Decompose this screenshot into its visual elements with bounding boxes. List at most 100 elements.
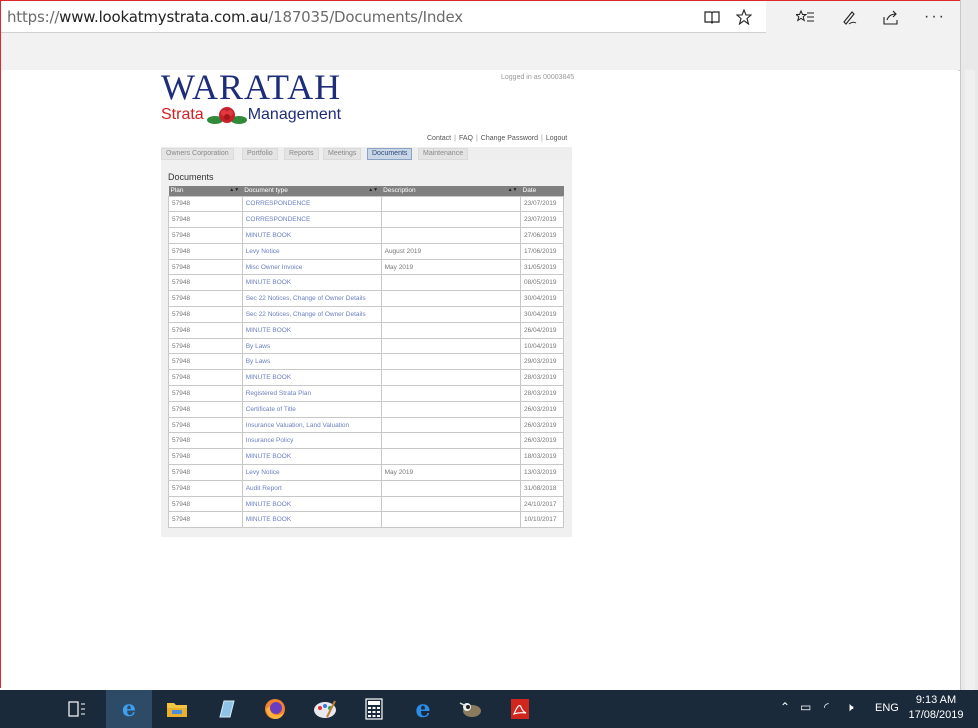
address-bar[interactable]: https://www.lookatmystrata.com.au/187035…	[1, 1, 766, 33]
document-type-link[interactable]: MINUTE BOOK	[241, 227, 382, 244]
description-cell	[380, 321, 522, 339]
date-cell: 13/03/2019	[520, 464, 564, 481]
document-type-link[interactable]: Sec 22 Notices, Change of Owner Details	[241, 290, 382, 308]
document-type-link[interactable]: Insurance Valuation, Land Valuation	[241, 416, 382, 434]
share-icon[interactable]	[879, 5, 903, 29]
notepad-button[interactable]	[203, 690, 249, 728]
more-options-icon[interactable]: ···	[923, 5, 947, 29]
url-text[interactable]: https://www.lookatmystrata.com.au/187035…	[7, 8, 463, 26]
sort-arrows-icon[interactable]: ▲▼	[229, 187, 239, 193]
tab-reports[interactable]: Reports	[284, 148, 319, 160]
gimp-button[interactable]	[448, 690, 494, 728]
document-type-link[interactable]: Misc Owner Invoice	[241, 258, 382, 276]
plan-cell: 57948	[168, 416, 243, 434]
table-row: 57948 MINUTE BOOK 24/10/2017	[168, 495, 564, 513]
system-clock[interactable]: 9:13 AM 17/08/2019	[908, 693, 964, 723]
document-type-link[interactable]: MINUTE BOOK	[241, 511, 382, 529]
page-scrollbar[interactable]	[965, 70, 975, 690]
date-cell: 30/04/2019	[520, 306, 564, 323]
waratah-flower-logo	[207, 107, 247, 124]
column-header-description[interactable]: Description ▲▼	[381, 186, 521, 196]
edge-icon: e	[122, 696, 136, 722]
plan-cell: 57948	[168, 211, 243, 229]
column-header-document-type[interactable]: Document type ▲▼	[242, 186, 382, 196]
separator: |	[541, 135, 543, 142]
table-row: 57948 By Laws 10/04/2019	[168, 337, 564, 355]
favorite-star-icon[interactable]	[732, 5, 756, 29]
plan-cell: 57948	[168, 432, 243, 450]
document-type-link[interactable]: MINUTE BOOK	[241, 274, 382, 292]
date-cell: 30/04/2019	[520, 290, 564, 308]
url-path: /187035/Documents/Index	[268, 8, 463, 26]
document-type-link[interactable]: Audit Report	[241, 479, 382, 497]
paint-button[interactable]	[302, 690, 348, 728]
description-cell: May 2019	[380, 464, 522, 481]
wifi-icon[interactable]: ◜	[824, 700, 829, 714]
date-cell: 10/04/2019	[520, 337, 564, 355]
document-type-link[interactable]: MINUTE BOOK	[241, 448, 382, 466]
pen-notes-icon[interactable]	[837, 5, 861, 29]
document-type-link[interactable]: Insurance Policy	[241, 432, 382, 450]
separator: |	[475, 135, 478, 142]
tab-owners-corporation[interactable]: Owners Corporation	[161, 148, 234, 160]
document-type-link[interactable]: CORRESPONDENCE	[241, 211, 382, 229]
table-row: 57948 Insurance Valuation, Land Valuation…	[168, 416, 564, 434]
battery-icon[interactable]: ▭	[800, 700, 811, 714]
acrobat-icon	[511, 699, 529, 719]
description-cell	[380, 353, 522, 371]
firefox-button[interactable]	[252, 690, 298, 728]
document-type-link[interactable]: Levy Notice	[241, 464, 382, 481]
document-type-link[interactable]: By Laws	[241, 353, 382, 371]
show-hidden-icons-chevron-icon[interactable]: ⌃	[780, 700, 790, 714]
change-password-link[interactable]: Change Password	[481, 135, 538, 142]
file-explorer-icon	[167, 703, 187, 717]
page-content: WARATAH Strata Management Logged in as 00…	[0, 67, 958, 688]
tab-maintenance[interactable]: Maintenance	[418, 148, 469, 160]
description-cell	[380, 511, 522, 529]
document-type-link[interactable]: MINUTE BOOK	[241, 495, 382, 513]
date-cell: 10/10/2017	[520, 511, 564, 529]
paint-icon	[314, 700, 336, 718]
sort-arrows-icon[interactable]: ▲▼	[368, 187, 378, 193]
description-cell	[380, 369, 522, 387]
document-type-link[interactable]: MINUTE BOOK	[241, 321, 382, 339]
logout-link[interactable]: Logout	[546, 135, 567, 142]
document-type-link[interactable]: Registered Strata Plan	[241, 385, 382, 402]
plan-cell: 57948	[168, 511, 243, 529]
tab-documents[interactable]: Documents	[367, 148, 413, 160]
tab-portfolio[interactable]: Portfolio	[242, 148, 278, 160]
document-type-link[interactable]: MINUTE BOOK	[241, 369, 382, 387]
reading-view-icon[interactable]	[700, 5, 724, 29]
document-type-link[interactable]: Certificate of Title	[241, 400, 382, 418]
internet-explorer-button[interactable]: e	[400, 690, 446, 728]
date-cell: 23/07/2019	[520, 211, 564, 229]
table-row: 57948 Levy Notice May 2019 13/03/2019	[168, 464, 564, 481]
faq-link[interactable]: FAQ	[459, 135, 473, 142]
description-cell	[380, 290, 522, 308]
plan-cell: 57948	[168, 385, 243, 402]
document-type-link[interactable]: By Laws	[241, 337, 382, 355]
calculator-button[interactable]	[351, 690, 397, 728]
logged-in-label: Logged in as 00003845	[501, 74, 575, 81]
task-view-button[interactable]	[54, 690, 100, 728]
document-type-link[interactable]: Sec 22 Notices, Change of Owner Details	[241, 306, 382, 323]
edge-taskbar-button[interactable]: e	[106, 690, 152, 728]
file-explorer-button[interactable]	[154, 690, 200, 728]
table-row: 57948 Levy Notice August 2019 17/06/2019	[168, 242, 564, 260]
document-type-link[interactable]: Levy Notice	[241, 242, 382, 260]
date-cell: 28/03/2019	[520, 369, 564, 387]
favorites-list-icon[interactable]	[793, 5, 817, 29]
input-language[interactable]: ENG	[875, 702, 899, 714]
volume-muted-icon[interactable]: 🕨	[846, 700, 854, 715]
document-type-link[interactable]: CORRESPONDENCE	[241, 195, 382, 213]
column-header-plan[interactable]: Plan ▲▼	[168, 186, 243, 196]
plan-cell: 57948	[168, 290, 243, 308]
tab-meetings[interactable]: Meetings	[323, 148, 362, 160]
column-header-label: Date	[522, 187, 537, 195]
table-header-row: Plan ▲▼ Document type ▲▼ Description ▲▼ Dat…	[168, 186, 564, 196]
column-header-date[interactable]: Date	[520, 186, 564, 196]
acrobat-button[interactable]	[497, 690, 543, 728]
contact-link[interactable]: Contact	[427, 135, 451, 142]
sort-arrows-icon[interactable]: ▲▼	[508, 187, 518, 193]
date-cell: 18/03/2019	[520, 448, 564, 466]
